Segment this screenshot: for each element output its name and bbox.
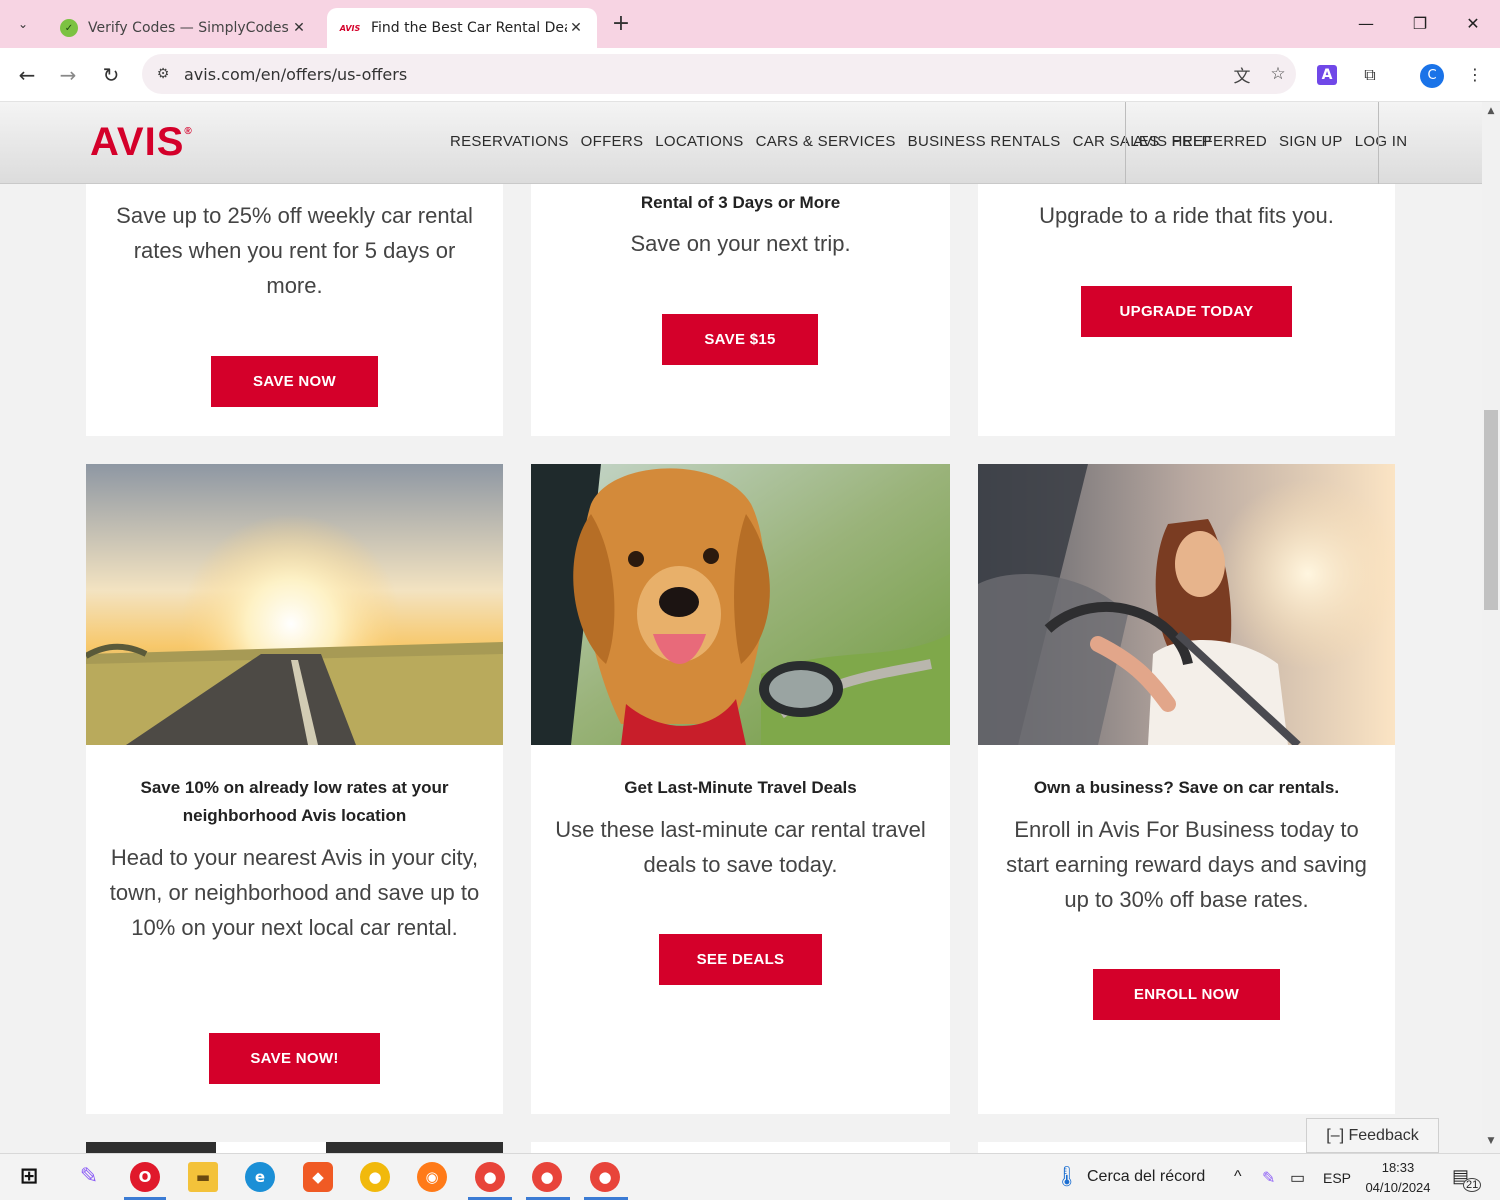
browser-toolbar: ← → ↻ ⚙ avis.com/en/offers/us-offers 文 ☆… [0,48,1500,102]
language-indicator[interactable]: ESP [1323,1170,1351,1186]
tab-simplycodes[interactable]: ✓ Verify Codes — SimplyCodes ✕ [48,8,320,48]
card-heading: Get Last-Minute Travel Deals [624,778,857,797]
offer-card-3-days: Rental of 3 Days or More Save on your ne… [531,142,950,436]
translate-icon[interactable]: 文 [1224,62,1260,87]
restore-icon[interactable]: ❐ [1400,10,1440,38]
nav-business-rentals[interactable]: BUSINESS RENTALS [908,133,1061,150]
tray-chevron-up-icon[interactable]: ^ [1234,1168,1242,1186]
reload-icon[interactable]: ↻ [96,60,126,90]
forward-icon[interactable]: → [53,60,83,90]
simplycodes-icon: ✓ [60,19,78,37]
clock-date: 04/10/2024 [1365,1180,1431,1195]
back-icon[interactable]: ← [12,60,42,90]
system-clock[interactable]: 18:33 04/10/2024 [1362,1158,1434,1198]
opera-icon[interactable]: O [130,1162,160,1192]
offer-card-business: Own a business? Save on car rentals. Enr… [978,464,1395,1114]
windows-start-icon[interactable]: ⊞ [14,1162,44,1192]
nav-log-in[interactable]: LOG IN [1355,133,1408,150]
card-heading: Own a business? Save on car rentals. [1033,778,1340,797]
woman-driving-photo [978,464,1395,745]
windows-taskbar: ⊞ ✎ O ▬ e ◆ ● ◉ ● ● ● 🌡 Cerca del récord… [0,1153,1500,1200]
card-body: Save on your next trip. [630,231,851,256]
firefox-icon[interactable]: ◉ [417,1162,447,1192]
notifications-icon[interactable]: ▤21 [1452,1166,1487,1192]
chrome-profile-c-icon[interactable]: ● [532,1162,562,1192]
main-nav: RESERVATIONS OFFERS LOCATIONS CARS & SER… [450,133,1212,150]
save-now-button[interactable]: SAVE NOW [211,356,378,407]
nav-avis-preferred[interactable]: AVIS PREFERRED [1133,133,1267,150]
nav-divider [1378,102,1379,184]
upgrade-today-button[interactable]: UPGRADE TODAY [1081,286,1292,337]
scroll-down-arrow-icon[interactable]: ▼ [1482,1136,1500,1146]
edge-icon[interactable]: e [245,1162,275,1192]
save-15-button[interactable]: SAVE $15 [662,314,818,365]
browser-tab-bar: ⌄ ✓ Verify Codes — SimplyCodes ✕ AVIS Fi… [0,0,1500,48]
close-tab-icon[interactable]: ✕ [290,20,308,36]
card-body: Enroll in Avis For Business today to sta… [1006,817,1367,912]
offer-card-next [531,1142,950,1153]
avis-logo[interactable]: AVIS® [90,120,193,165]
see-deals-button[interactable]: SEE DEALS [659,934,822,985]
address-bar[interactable]: ⚙ avis.com/en/offers/us-offers 文 ☆ [142,54,1296,94]
card-body: Use these last-minute car rental travel … [555,817,926,877]
tab-title: Find the Best Car Rental Deals & [371,20,567,36]
image-fragment [216,1142,326,1153]
tab-title: Verify Codes — SimplyCodes [88,20,289,36]
nav-reservations[interactable]: RESERVATIONS [450,133,569,150]
page-scrollbar[interactable]: ▲ ▼ [1482,102,1500,1153]
card-heading: Rental of 3 Days or More [640,193,841,212]
offer-card-last-minute: Get Last-Minute Travel Deals Use these l… [531,464,950,1114]
network-icon[interactable]: ▭ [1290,1168,1305,1188]
bookmark-star-icon[interactable]: ☆ [1260,64,1296,84]
file-explorer-icon[interactable]: ▬ [188,1162,218,1192]
close-window-icon[interactable]: ✕ [1453,10,1493,38]
tray-feather-icon[interactable]: ✎ [1262,1168,1275,1188]
feedback-button[interactable]: [–] Feedback [1306,1118,1439,1153]
offer-card-local: Save 10% on already low rates at your ne… [86,464,503,1114]
offer-card-upgrade: Upgrade to a ride that fits you. UPGRADE… [978,142,1395,436]
weather-thermometer-icon[interactable]: 🌡 [1054,1164,1079,1189]
feather-app-icon[interactable]: ✎ [74,1162,104,1192]
nav-offers[interactable]: OFFERS [581,133,644,150]
card-heading: Save 10% on already low rates at your ne… [140,778,449,825]
chrome-profile-s-icon[interactable]: ● [475,1162,505,1192]
chrome-icon[interactable]: ● [360,1162,390,1192]
nav-sign-up[interactable]: SIGN UP [1279,133,1343,150]
scroll-up-arrow-icon[interactable]: ▲ [1482,106,1500,116]
more-menu-icon[interactable]: ⋮ [1462,62,1488,88]
card-body: Head to your nearest Avis in your city, … [109,845,480,940]
avis-icon: AVIS [339,23,361,33]
nav-cars-services[interactable]: CARS & SERVICES [756,133,896,150]
save-now-local-button[interactable]: SAVE NOW! [209,1033,380,1084]
minimize-icon[interactable]: — [1346,10,1386,38]
card-body: Save up to 25% off weekly car rental rat… [116,203,473,298]
new-tab-button[interactable]: + [608,12,634,38]
extensions-puzzle-icon[interactable]: ⧉ [1357,62,1383,88]
weather-text[interactable]: Cerca del récord [1087,1168,1205,1186]
card-body: Upgrade to a ride that fits you. [1039,203,1334,228]
dog-in-car-window-photo [531,464,950,745]
offer-card-weekly: Save up to 25% off weekly car rental rat… [86,142,503,436]
site-header: AVIS® RESERVATIONS OFFERS LOCATIONS CARS… [0,102,1482,184]
page-viewport: AVIS® RESERVATIONS OFFERS LOCATIONS CARS… [0,102,1482,1153]
user-nav: AVIS PREFERRED SIGN UP LOG IN [1133,133,1407,150]
nav-divider [1125,102,1126,184]
scrollbar-thumb[interactable] [1484,410,1498,610]
url-text[interactable]: avis.com/en/offers/us-offers [184,65,1224,84]
enroll-now-button[interactable]: ENROLL NOW [1093,969,1280,1020]
brave-icon[interactable]: ◆ [303,1162,333,1192]
site-settings-icon[interactable]: ⚙ [152,66,174,82]
close-tab-icon[interactable]: ✕ [567,20,585,36]
nav-locations[interactable]: LOCATIONS [655,133,743,150]
extension-a-icon[interactable]: A [1317,65,1337,85]
clock-time: 18:33 [1381,1160,1415,1175]
notification-count: 21 [1463,1178,1482,1192]
chrome-profile-c2-icon[interactable]: ● [590,1162,620,1192]
sunset-road-photo [86,464,503,745]
tab-search-chevron-icon[interactable]: ⌄ [10,12,36,36]
tab-avis[interactable]: AVIS Find the Best Car Rental Deals & ✕ [327,8,597,48]
offer-card-next [86,1142,503,1153]
profile-avatar[interactable]: C [1420,64,1444,88]
